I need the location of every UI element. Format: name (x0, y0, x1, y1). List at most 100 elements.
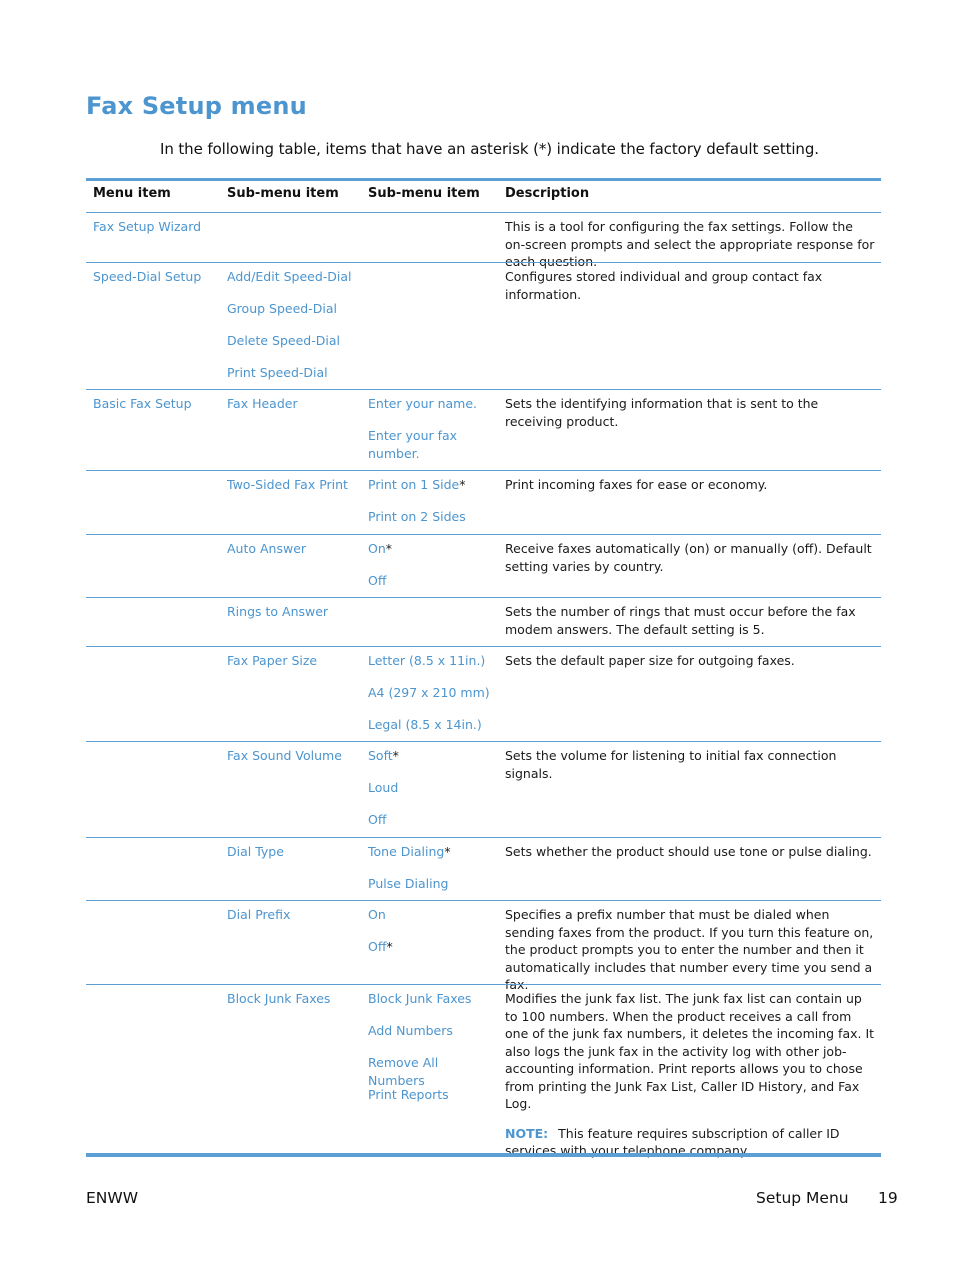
row-divider (86, 984, 881, 985)
description-cell: Print incoming faxes for ease or economy… (505, 476, 875, 494)
sub-menu-option-link[interactable]: Print on 1 Side (368, 477, 459, 492)
sub-menu-option-link[interactable]: Legal (8.5 x 14in.) (368, 717, 482, 732)
description-text: Modifies the junk fax list. The junk fax… (505, 991, 875, 1111)
default-asterisk: * (444, 844, 451, 859)
sub-menu-option: Add Numbers (368, 1022, 496, 1040)
footer-locale-code: ENWW (86, 1189, 139, 1207)
description-text: Configures stored individual and group c… (505, 269, 823, 302)
row-divider (86, 534, 881, 535)
sub-menu-option: On (368, 906, 496, 924)
description-text: Print incoming faxes for ease or economy… (505, 477, 768, 492)
header-sub-menu-item-2: Sub-menu item (368, 186, 480, 201)
sub-menu-option-link[interactable]: Letter (8.5 x 11in.) (368, 653, 485, 668)
intro-text: In the following table, items that have … (160, 140, 819, 158)
sub-menu-option-link[interactable]: Remove All Numbers (368, 1055, 438, 1088)
description-text: Sets the volume for listening to initial… (505, 748, 837, 781)
sub-menu-item-link[interactable]: Dial Prefix (227, 906, 290, 924)
description-text: Sets whether the product should use tone… (505, 844, 872, 859)
sub-menu-option-link[interactable]: Pulse Dialing (368, 876, 448, 891)
header-description: Description (505, 186, 590, 201)
note-label: NOTE: (505, 1125, 549, 1141)
description-text: Receive faxes automatically (on) or manu… (505, 541, 872, 574)
default-asterisk: * (459, 477, 466, 492)
table-top-rule (86, 178, 881, 181)
sub-menu-item-link[interactable]: Group Speed-Dial (227, 300, 337, 318)
sub-menu-item-link[interactable]: Add/Edit Speed-Dial (227, 268, 352, 286)
sub-menu-option: Block Junk Faxes (368, 990, 496, 1008)
sub-menu-option: Tone Dialing* (368, 843, 496, 861)
sub-menu-option-link[interactable]: Print Reports (368, 1087, 449, 1102)
sub-menu-option: Pulse Dialing (368, 875, 496, 893)
sub-menu-option-link[interactable]: Soft (368, 748, 393, 763)
sub-menu-option: Loud (368, 779, 496, 797)
sub-menu-option-link[interactable]: A4 (297 x 210 mm) (368, 685, 490, 700)
sub-menu-option-link[interactable]: Print on 2 Sides (368, 509, 466, 524)
sub-menu-item-link[interactable]: Two-Sided Fax Print (227, 476, 348, 494)
sub-menu-item-link[interactable]: Delete Speed-Dial (227, 332, 340, 350)
header-sub-menu-item-1: Sub-menu item (227, 186, 339, 201)
description-text: Sets the identifying information that is… (505, 396, 819, 429)
sub-menu-item-link[interactable]: Rings to Answer (227, 603, 328, 621)
menu-item-link[interactable]: Fax Setup Wizard (93, 218, 201, 236)
sub-menu-option: Print on 2 Sides (368, 508, 496, 526)
sub-menu-option: On* (368, 540, 496, 558)
sub-menu-option-link[interactable]: On (368, 907, 386, 922)
sub-menu-option-link[interactable]: Off (368, 939, 386, 954)
row-divider (86, 646, 881, 647)
sub-menu-option: Print on 1 Side* (368, 476, 496, 494)
footer-page-number: 19 (878, 1189, 898, 1207)
sub-menu-option: Letter (8.5 x 11in.) (368, 652, 496, 670)
sub-menu-option-link[interactable]: Enter your fax number. (368, 428, 457, 461)
sub-menu-item-link[interactable]: Auto Answer (227, 540, 306, 558)
sub-menu-option-link[interactable]: Tone Dialing (368, 844, 444, 859)
sub-menu-item-link[interactable]: Fax Paper Size (227, 652, 317, 670)
sub-menu-option-link[interactable]: Add Numbers (368, 1023, 453, 1038)
default-asterisk: * (392, 748, 399, 763)
sub-menu-option-link[interactable]: On (368, 541, 386, 556)
header-menu-item: Menu item (93, 186, 171, 201)
description-cell: Configures stored individual and group c… (505, 268, 875, 303)
default-asterisk: * (386, 939, 393, 954)
sub-menu-option-link[interactable]: Loud (368, 780, 398, 795)
default-asterisk: * (385, 541, 393, 556)
description-cell: Sets the default paper size for outgoing… (505, 652, 875, 670)
row-divider (86, 837, 881, 838)
row-divider (86, 597, 881, 598)
row-divider (86, 470, 881, 471)
sub-menu-option: Print Reports (368, 1086, 496, 1104)
sub-menu-option: Off* (368, 938, 496, 956)
description-text: Specifies a prefix number that must be d… (505, 907, 874, 992)
footer-section-name: Setup Menu (756, 1189, 849, 1207)
sub-menu-item-link[interactable]: Print Speed-Dial (227, 364, 328, 382)
description-cell: Sets whether the product should use tone… (505, 843, 875, 861)
sub-menu-item-link[interactable]: Block Junk Faxes (227, 990, 330, 1008)
sub-menu-option: Enter your fax number. (368, 427, 496, 462)
description-cell: Receive faxes automatically (on) or manu… (505, 540, 875, 575)
sub-menu-option: Enter your name. (368, 395, 496, 413)
sub-menu-option-link[interactable]: Off (368, 573, 386, 588)
sub-menu-option-link[interactable]: Off (368, 812, 386, 827)
description-cell: Sets the number of rings that must occur… (505, 603, 875, 638)
description-cell: Modifies the junk fax list. The junk fax… (505, 990, 875, 1160)
sub-menu-option: Off (368, 572, 496, 590)
row-divider (86, 389, 881, 390)
menu-item-link[interactable]: Speed-Dial Setup (93, 268, 201, 286)
row-divider (86, 212, 881, 213)
sub-menu-option: Remove All Numbers (368, 1054, 496, 1089)
description-text: Sets the number of rings that must occur… (505, 604, 856, 637)
description-cell: Specifies a prefix number that must be d… (505, 906, 875, 994)
sub-menu-option: Legal (8.5 x 14in.) (368, 716, 496, 734)
sub-menu-item-link[interactable]: Fax Header (227, 395, 298, 413)
sub-menu-option-link[interactable]: Enter your name. (368, 396, 477, 411)
sub-menu-option: Off (368, 811, 496, 829)
sub-menu-item-link[interactable]: Dial Type (227, 843, 284, 861)
description-cell: Sets the volume for listening to initial… (505, 747, 875, 782)
description-text: Sets the default paper size for outgoing… (505, 653, 795, 668)
menu-item-link[interactable]: Basic Fax Setup (93, 395, 192, 413)
page-title: Fax Setup menu (86, 92, 307, 120)
sub-menu-item-link[interactable]: Fax Sound Volume (227, 747, 342, 765)
sub-menu-option: Soft* (368, 747, 496, 765)
row-divider (86, 262, 881, 263)
description-cell: Sets the identifying information that is… (505, 395, 875, 430)
sub-menu-option-link[interactable]: Block Junk Faxes (368, 991, 471, 1006)
